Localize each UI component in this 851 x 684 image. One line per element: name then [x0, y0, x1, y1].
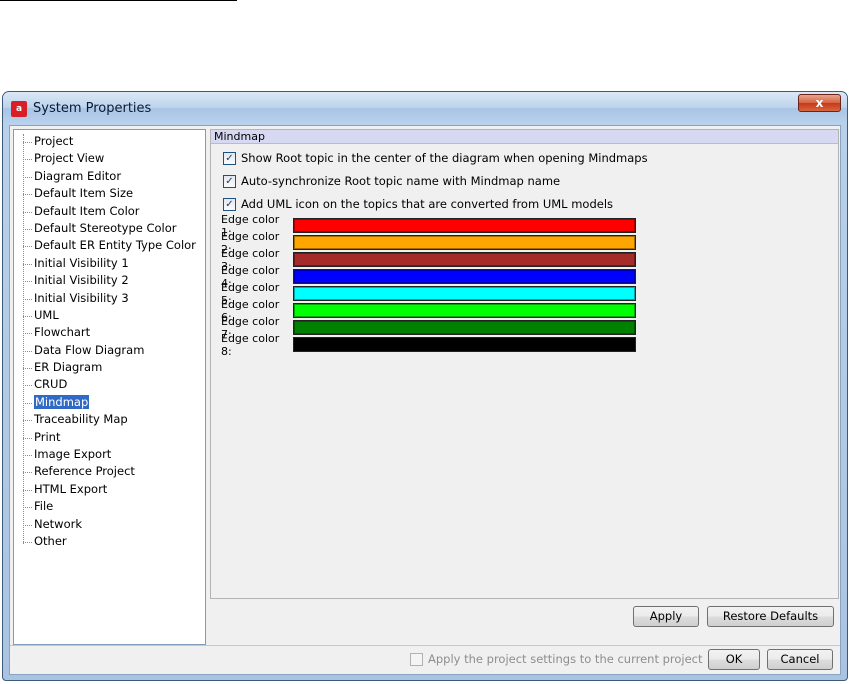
tree-item-label: Project View	[34, 151, 105, 166]
edge-color-swatch-2[interactable]	[293, 235, 636, 250]
tree-item-initial-visibility-1[interactable]: Initial Visibility 1	[14, 255, 205, 272]
tree-item-label: Reference Project	[34, 464, 135, 479]
tree-item-uml[interactable]: UML	[14, 307, 205, 324]
edge-color-swatch-7[interactable]	[293, 320, 636, 335]
tree-item-default-stereotype-color[interactable]: Default Stereotype Color	[14, 220, 205, 237]
footer-separator	[10, 645, 840, 646]
edge-color-swatch-4[interactable]	[293, 269, 636, 284]
tree-item-default-item-size[interactable]: Default Item Size	[14, 185, 205, 202]
apply-project-settings-label: Apply the project settings to the curren…	[428, 652, 703, 666]
tree-item-label: Mindmap	[34, 394, 90, 409]
tree-item-other[interactable]: Other	[14, 533, 205, 550]
edge-color-label-8: Edge color 8:	[221, 331, 280, 358]
tree-item-label: Data Flow Diagram	[34, 342, 145, 357]
auto-sync-root-name-option[interactable]: ✓ Auto-synchronize Root topic name with …	[223, 173, 560, 189]
apply-button[interactable]: Apply	[633, 606, 699, 627]
tree-item-file[interactable]: File	[14, 498, 205, 515]
cancel-button[interactable]: Cancel	[767, 649, 833, 670]
tree-item-label: Default Item Size	[34, 186, 134, 201]
system-properties-dialog: a System Properties x Project Project Vie…	[2, 91, 848, 681]
tree-item-label: Default Item Color	[34, 203, 140, 218]
tree-item-label: Print	[34, 429, 61, 444]
add-uml-icon-label: Add UML icon on the topics that are conv…	[241, 197, 614, 211]
tree-item-label: Default ER Entity Type Color	[34, 238, 196, 253]
tree-item-html-export[interactable]: HTML Export	[14, 481, 205, 498]
tree-list: Project Project View Diagram Editor Default…	[14, 130, 205, 550]
ok-button[interactable]: OK	[708, 649, 760, 670]
restore-defaults-button[interactable]: Restore Defaults	[707, 606, 834, 627]
tree-item-image-export[interactable]: Image Export	[14, 446, 205, 463]
close-button[interactable]: x	[798, 94, 841, 112]
tree-item-label: Image Export	[34, 447, 112, 462]
add-uml-icon-checkbox[interactable]: ✓	[223, 197, 236, 211]
tree-item-print[interactable]: Print	[14, 429, 205, 446]
tree-item-network[interactable]: Network	[14, 516, 205, 533]
tree-item-default-er-entity-type-color[interactable]: Default ER Entity Type Color	[14, 237, 205, 254]
tree-item-project[interactable]: Project	[14, 133, 205, 150]
show-root-center-option[interactable]: ✓ Show Root topic in the center of the d…	[223, 150, 648, 166]
tree-item-label: CRUD	[34, 377, 68, 392]
tree-item-label: Project	[34, 134, 74, 148]
tree-item-initial-visibility-3[interactable]: Initial Visibility 3	[14, 290, 205, 307]
tree-item-data-flow-diagram[interactable]: Data Flow Diagram	[14, 342, 205, 359]
add-uml-icon-option[interactable]: ✓ Add UML icon on the topics that are co…	[223, 196, 613, 212]
tree-item-label: HTML Export	[34, 481, 108, 496]
tree-item-label: Default Stereotype Color	[34, 220, 177, 235]
tree-item-label: Flowchart	[34, 325, 91, 340]
category-tree[interactable]: Project Project View Diagram Editor Default…	[13, 129, 206, 645]
tree-item-label: Initial Visibility 2	[34, 273, 129, 288]
auto-sync-root-name-label: Auto-synchronize Root topic name with Mi…	[241, 174, 561, 188]
tree-item-reference-project[interactable]: Reference Project	[14, 463, 205, 480]
apply-project-settings-option[interactable]: Apply the project settings to the curren…	[410, 652, 703, 666]
dialog-client-area: Project Project View Diagram Editor Default…	[9, 125, 841, 675]
settings-panel: Mindmap ✓ Show Root topic in the center …	[210, 129, 839, 599]
auto-sync-root-name-checkbox[interactable]: ✓	[223, 174, 236, 188]
tree-item-label: Diagram Editor	[34, 168, 122, 183]
tree-item-project-view[interactable]: Project View	[14, 150, 205, 167]
edge-color-swatch-3[interactable]	[293, 252, 636, 267]
tree-item-crud[interactable]: CRUD	[14, 376, 205, 393]
edge-color-swatch-5[interactable]	[293, 286, 636, 301]
show-root-center-label: Show Root topic in the center of the dia…	[241, 151, 648, 165]
tree-item-er-diagram[interactable]: ER Diagram	[14, 359, 205, 376]
tree-item-diagram-editor[interactable]: Diagram Editor	[14, 168, 205, 185]
tree-item-label: Network	[34, 516, 83, 531]
tree-item-mindmap[interactable]: Mindmap	[14, 394, 205, 411]
tree-item-default-item-color[interactable]: Default Item Color	[14, 203, 205, 220]
tree-item-label: UML	[34, 307, 59, 322]
tree-item-label: Initial Visibility 3	[34, 290, 129, 305]
apply-project-settings-checkbox[interactable]	[410, 652, 423, 666]
top-rule	[0, 0, 237, 1]
panel-header: Mindmap	[211, 130, 838, 144]
tree-item-label: ER Diagram	[34, 360, 103, 375]
edge-color-swatch-8[interactable]	[293, 337, 636, 352]
tree-item-initial-visibility-2[interactable]: Initial Visibility 2	[14, 272, 205, 289]
edge-color-swatch-6[interactable]	[293, 303, 636, 318]
tree-item-label: Initial Visibility 1	[34, 255, 129, 270]
window-title: System Properties	[33, 101, 152, 116]
tree-item-flowchart[interactable]: Flowchart	[14, 324, 205, 341]
title-bar[interactable]: a System Properties x	[3, 92, 847, 124]
edge-color-swatch-1[interactable]	[293, 218, 636, 233]
app-icon: a	[11, 101, 27, 117]
show-root-center-checkbox[interactable]: ✓	[223, 151, 236, 165]
tree-item-label: Other	[34, 533, 67, 548]
tree-item-traceability-map[interactable]: Traceability Map	[14, 411, 205, 428]
tree-item-label: Traceability Map	[34, 412, 128, 427]
tree-item-label: File	[34, 499, 54, 514]
edge-color-row-8: Edge color 8:	[221, 332, 636, 358]
